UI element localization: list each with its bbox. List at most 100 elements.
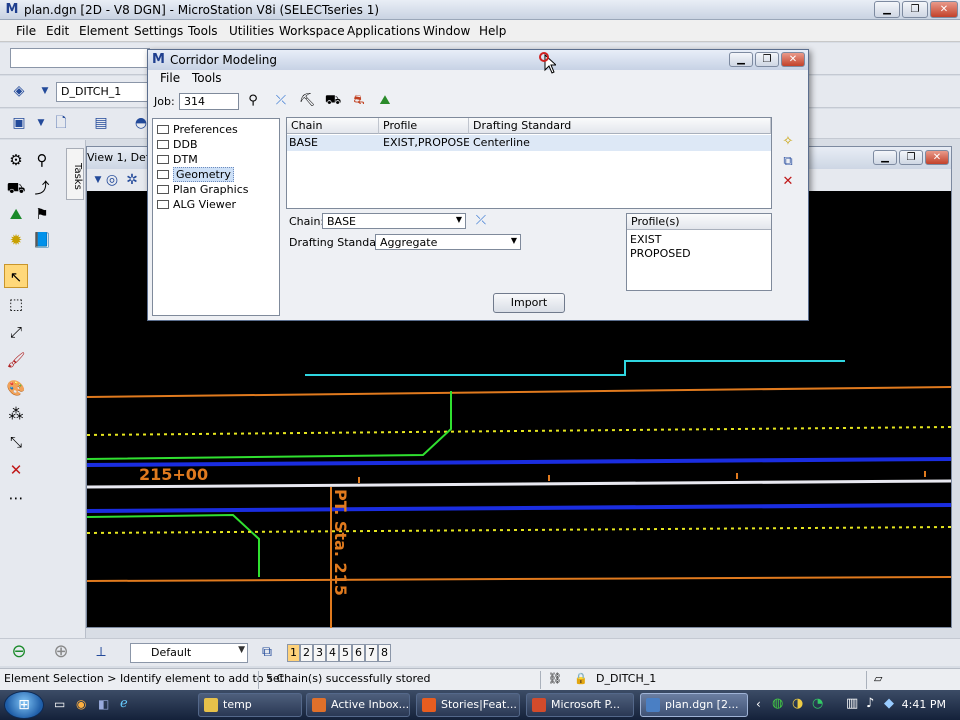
view-button-8[interactable]: 8 xyxy=(378,644,391,662)
taskbar-task-microstation[interactable]: plan.dgn [2... xyxy=(640,693,748,717)
view-maximize-button[interactable]: ❐ xyxy=(899,150,923,165)
view-icon[interactable]: ▣ xyxy=(8,112,30,134)
close-button[interactable]: ✕ xyxy=(930,1,958,18)
key-in-field[interactable] xyxy=(10,48,150,68)
tray-app-icon[interactable]: ◆ xyxy=(884,696,894,711)
ie-icon[interactable]: ℯ xyxy=(120,696,128,711)
table-row[interactable]: BASE EXIST,PROPOSED Centerline xyxy=(287,135,771,151)
search-icon[interactable]: ⚲ xyxy=(242,90,264,112)
import-button[interactable]: Import xyxy=(493,293,565,313)
firefox-icon[interactable]: ◉ xyxy=(76,697,86,711)
dropdown-arrow-icon[interactable]: ▼ xyxy=(34,80,56,102)
tree-item-plan-graphics[interactable]: Plan Graphics xyxy=(157,183,248,196)
view-button-5[interactable]: 5 xyxy=(339,644,352,662)
models-icon[interactable]: ▤ xyxy=(90,112,112,134)
cross-section-tool-icon[interactable]: ⛰ xyxy=(374,90,396,112)
level-manager-icon[interactable]: ◈ xyxy=(8,80,30,102)
forward-icon[interactable]: ⊕ xyxy=(50,641,72,663)
tray-app-icon[interactable]: ◔ xyxy=(812,696,823,711)
menu-window[interactable]: Window xyxy=(423,24,470,38)
show-desktop-icon[interactable]: ▭ xyxy=(54,697,65,711)
view-minimize-button[interactable]: ▁ xyxy=(873,150,897,165)
menu-help[interactable]: Help xyxy=(479,24,506,38)
volume-icon[interactable]: ♪ xyxy=(866,696,874,711)
civil-geometry-icon[interactable]: ⚙ xyxy=(4,148,28,172)
pick-chain-icon[interactable]: ⤫ xyxy=(470,210,492,232)
drafting-standard-select[interactable]: Aggregate ▼ xyxy=(375,234,521,250)
sun-icon[interactable]: ✹ xyxy=(4,228,28,252)
design-file-icon[interactable]: ▱ xyxy=(874,672,882,685)
lock-icon[interactable]: 🔒 xyxy=(574,672,588,685)
tree-item-alg-viewer[interactable]: ALG Viewer xyxy=(157,198,236,211)
dialog-menu-file[interactable]: File xyxy=(160,71,180,85)
view-button-1[interactable]: 1 xyxy=(287,644,300,662)
palette-icon[interactable]: 🎨 xyxy=(4,376,28,400)
view-attributes-combo[interactable]: Default ▼ xyxy=(130,643,248,663)
active-level-combo[interactable]: D_DITCH_1 xyxy=(56,82,152,102)
grid-header-profile[interactable]: Profile xyxy=(379,118,469,134)
tree-item-ddb[interactable]: DDB xyxy=(157,138,198,151)
tray-expand-icon[interactable]: ‹ xyxy=(756,697,761,711)
dialog-close-button[interactable]: ✕ xyxy=(781,52,805,67)
scale-icon[interactable]: ⤡ xyxy=(4,430,28,454)
add-icon[interactable]: ✧ xyxy=(780,134,796,150)
tree-item-geometry[interactable]: Geometry xyxy=(157,167,234,182)
terrain-icon[interactable]: ⛰ xyxy=(4,202,28,226)
tree-item-preferences[interactable]: Preferences xyxy=(157,123,238,136)
start-button[interactable]: ⊞ xyxy=(4,691,44,719)
network-icon[interactable]: ▥ xyxy=(846,696,858,711)
menu-settings[interactable]: Settings xyxy=(134,24,183,38)
paint-icon[interactable]: 🖌 xyxy=(4,348,28,372)
list-item[interactable]: PROPOSED xyxy=(630,247,691,260)
menu-workspace[interactable]: Workspace xyxy=(279,24,345,38)
menu-tools[interactable]: Tools xyxy=(188,24,218,38)
list-item[interactable]: EXIST xyxy=(630,233,661,246)
window-arrange-icon[interactable]: ⧉ xyxy=(256,641,278,663)
move-icon[interactable]: ⤢ xyxy=(4,320,28,344)
survey-tool-icon[interactable]: ⛏ xyxy=(296,90,318,112)
tree-item-dtm[interactable]: DTM xyxy=(157,153,198,166)
back-icon[interactable]: ⊖ xyxy=(8,641,30,663)
copy-icon[interactable]: ⧉ xyxy=(780,154,796,170)
minimize-button[interactable]: ▁ xyxy=(874,1,900,18)
menu-utilities[interactable]: Utilities xyxy=(229,24,274,38)
geometry-tool-icon[interactable]: ⤫ xyxy=(270,90,292,112)
book-icon[interactable]: 📘 xyxy=(30,228,54,252)
view-button-2[interactable]: 2 xyxy=(300,644,313,662)
delete-icon[interactable]: ✕ xyxy=(780,174,796,190)
grid-header-chain[interactable]: Chain xyxy=(287,118,379,134)
dialog-minimize-button[interactable]: ▁ xyxy=(729,52,753,67)
maximize-button[interactable]: ❐ xyxy=(902,1,928,18)
measure-icon[interactable]: ⋯ xyxy=(4,486,28,510)
menu-file[interactable]: File xyxy=(16,24,36,38)
roadway-icon[interactable]: ⛟ xyxy=(4,176,28,200)
taskbar-task-stories[interactable]: Stories|Feat... xyxy=(416,693,520,717)
view-close-button[interactable]: ✕ xyxy=(925,150,949,165)
tree-icon[interactable]: ⁂ xyxy=(4,402,28,426)
snap-icon[interactable]: ⟂ xyxy=(90,641,112,663)
view-button-7[interactable]: 7 xyxy=(365,644,378,662)
job-field[interactable]: 314 xyxy=(179,93,239,110)
tasks-tab[interactable]: Tasks xyxy=(66,148,84,200)
dialog-maximize-button[interactable]: ❐ xyxy=(755,52,779,67)
menu-element[interactable]: Element xyxy=(79,24,129,38)
taskbar-task-powerpoint[interactable]: Microsoft P... xyxy=(526,693,634,717)
new-file-icon[interactable]: 🗋 xyxy=(50,112,72,134)
tray-app-icon[interactable]: ◑ xyxy=(792,696,803,711)
view-button-3[interactable]: 3 xyxy=(313,644,326,662)
element-selection-icon[interactable]: ↖ xyxy=(4,264,28,288)
corridor-tool-icon[interactable]: ⛐ xyxy=(348,90,370,112)
taskbar-task-inbox[interactable]: Active Inbox... xyxy=(306,693,410,717)
view-attributes-icon[interactable]: ◎ xyxy=(101,169,123,191)
grid-header-standard[interactable]: Drafting Standard xyxy=(469,118,771,134)
lighting-icon[interactable]: ✲ xyxy=(121,169,143,191)
view-button-6[interactable]: 6 xyxy=(352,644,365,662)
dialog-menu-tools[interactable]: Tools xyxy=(192,71,222,85)
roadway-tool-icon[interactable]: ⛟ xyxy=(322,90,344,112)
delete-icon[interactable]: ✕ xyxy=(4,458,28,482)
dialog-titlebar[interactable]: M Corridor Modeling ▁ ❐ ✕ xyxy=(148,50,808,70)
chain-select[interactable]: BASE ▼ xyxy=(322,213,466,229)
survey-icon[interactable]: ⚲ xyxy=(30,148,54,172)
link-icon[interactable]: ⛓ xyxy=(548,672,562,685)
view-button-4[interactable]: 4 xyxy=(326,644,339,662)
